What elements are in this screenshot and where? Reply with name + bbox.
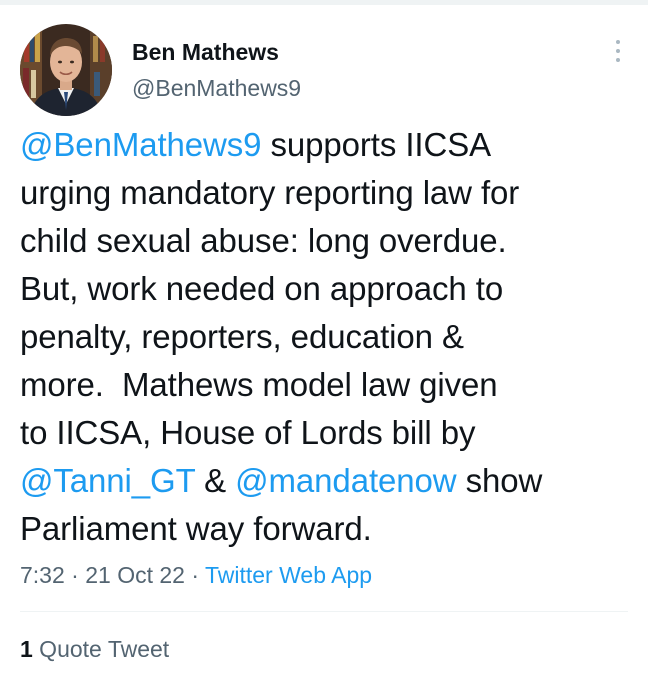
divider	[20, 611, 628, 612]
tweet-text-segment: urging mandatory reporting law for	[20, 174, 520, 211]
tweet-text-segment: But, work needed on approach to	[20, 270, 504, 307]
mention-link[interactable]: @BenMathews9	[20, 126, 262, 163]
tweet-text-segment: Parliament way forward.	[20, 510, 372, 547]
avatar[interactable]	[20, 24, 112, 116]
quote-label: Quote Tweet	[32, 636, 170, 662]
tweet-header: Ben Mathews @BenMathews9	[20, 24, 628, 116]
tweet-line: to IICSA, House of Lords bill by	[20, 409, 620, 457]
more-vertical-icon[interactable]	[612, 40, 624, 70]
tweet-text-segment: show	[456, 462, 543, 499]
tweet-line: @Tanni_GT & @mandatenow show	[20, 457, 620, 505]
meta-separator: ·	[64, 562, 86, 588]
tweet-line: But, work needed on approach to	[20, 265, 620, 313]
tweet-text-segment: penalty, reporters, education &	[20, 318, 464, 355]
tweet-line: urging mandatory reporting law for	[20, 169, 620, 217]
tweet-line: penalty, reporters, education &	[20, 313, 620, 361]
tweet-line: @BenMathews9 supports IICSA	[20, 121, 620, 169]
tweet-time[interactable]: 7:32	[20, 562, 65, 588]
quote-tweets-link[interactable]: 1 Quote Tweet	[20, 635, 169, 663]
tweet-date[interactable]: 21 Oct 22	[85, 562, 185, 588]
tweet-text-segment: to IICSA, House of Lords bill by	[20, 414, 476, 451]
user-handle[interactable]: @BenMathews9	[132, 74, 301, 102]
tweet-text-segment: child sexual abuse: long overdue.	[20, 222, 507, 259]
tweet-meta: 7:32 · 21 Oct 22 · Twitter Web App	[20, 561, 372, 589]
tweet-text-segment: more. Mathews model law given	[20, 366, 498, 403]
top-divider	[0, 0, 648, 5]
tweet-line: more. Mathews model law given	[20, 361, 620, 409]
tweet-source-link[interactable]: Twitter Web App	[205, 562, 372, 588]
mention-link[interactable]: @Tanni_GT	[20, 462, 195, 499]
display-name[interactable]: Ben Mathews	[132, 38, 301, 66]
user-names: Ben Mathews @BenMathews9	[132, 38, 301, 102]
tweet-text-segment: &	[195, 462, 236, 499]
tweet-line: child sexual abuse: long overdue.	[20, 217, 620, 265]
mention-link[interactable]: @mandatenow	[235, 462, 456, 499]
quote-count: 1	[20, 636, 33, 662]
tweet-text: @BenMathews9 supports IICSA urging mandat…	[20, 121, 620, 553]
tweet-line: Parliament way forward.	[20, 505, 620, 553]
meta-separator: ·	[184, 562, 205, 588]
tweet-text-segment: supports IICSA	[261, 126, 492, 163]
